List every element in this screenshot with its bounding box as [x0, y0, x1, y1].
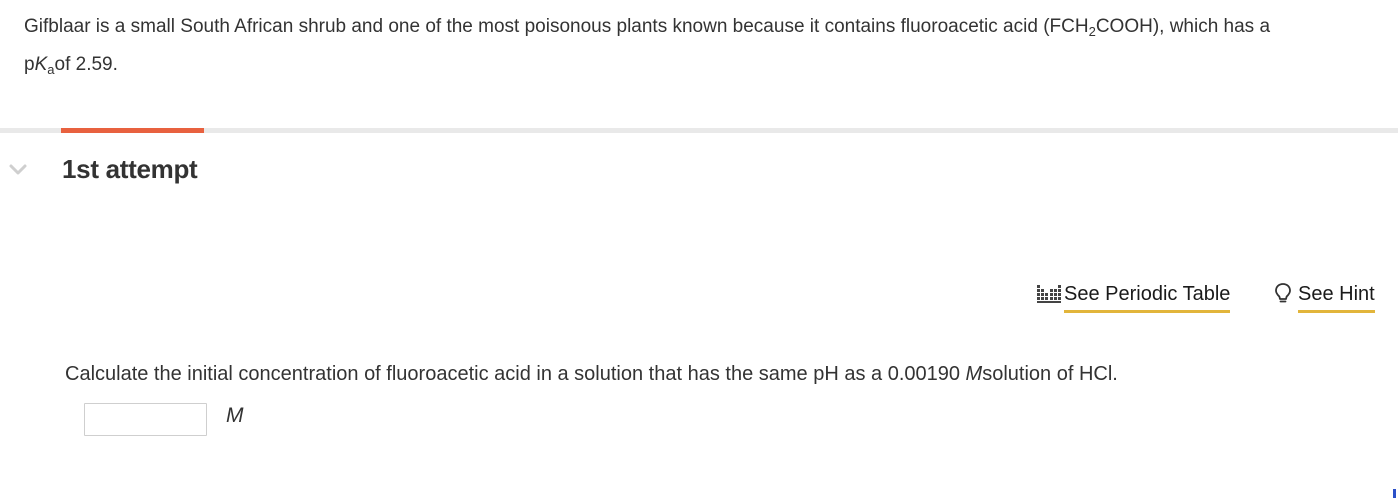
answer-unit-label: M [226, 404, 244, 427]
problem-statement: Gifblaar is a small South African shrub … [24, 8, 1384, 84]
attempt-title: 1st attempt [62, 154, 198, 184]
see-hint-link[interactable]: See Hint [1270, 280, 1375, 314]
chevron-down-icon[interactable] [8, 163, 28, 177]
see-periodic-table-link[interactable]: See Periodic Table [1036, 280, 1231, 314]
attempt-progress-bar [61, 128, 204, 133]
question-text: Calculate the initial concentration of f… [65, 359, 1118, 389]
pka-p: p [24, 54, 35, 75]
question-text-start: Calculate the initial concentration of f… [65, 363, 966, 385]
formula-subscript: 2 [1088, 24, 1096, 39]
scroll-indicator [1393, 489, 1396, 498]
pka-k: K [34, 54, 48, 75]
question-text-end: solution of HCl. [982, 363, 1118, 385]
see-periodic-table-label[interactable]: See Periodic Table [1064, 280, 1231, 313]
intro-text-end: COOH), which has a [1095, 16, 1271, 37]
attempt-divider [0, 128, 1398, 133]
intro-text-start: Gifblaar is a small South African shrub … [24, 16, 1089, 37]
see-hint-label[interactable]: See Hint [1298, 280, 1375, 313]
pka-subscript: a [47, 62, 55, 77]
answer-input[interactable] [84, 403, 207, 436]
page: Gifblaar is a small South African shrub … [0, 0, 1398, 503]
periodic-table-icon [1036, 280, 1062, 306]
lightbulb-icon [1270, 280, 1296, 306]
pka-value-text: of 2.59. [54, 54, 118, 75]
molarity-unit: M [965, 363, 983, 385]
